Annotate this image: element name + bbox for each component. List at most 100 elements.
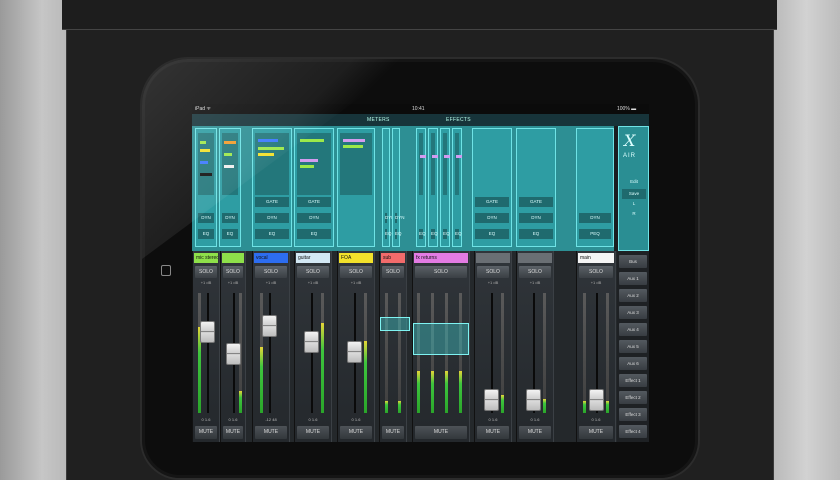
channel-fader[interactable] — [226, 343, 241, 365]
overview-strip[interactable]: DYN EQ — [392, 128, 405, 247]
overview-dyn-button[interactable]: DYN — [385, 213, 395, 223]
solo-button[interactable]: SOLO — [519, 266, 551, 278]
aux-6-button[interactable]: Aux 6 — [619, 357, 647, 370]
aux-1-button[interactable]: Aux 1 — [619, 272, 647, 285]
meters-tab[interactable]: METERS — [367, 114, 390, 126]
channel-fader[interactable] — [347, 341, 362, 363]
channel-strip[interactable]: main SOLO +1 dB 0 1.6 MUTE — [576, 251, 616, 442]
mute-button[interactable]: MUTE — [340, 426, 372, 439]
channel-strip[interactable]: mic stereo SOLO +1 dB 0 1.6 MUTE — [192, 251, 220, 442]
overview-eq-button[interactable]: EQ — [519, 229, 553, 239]
channel-fader[interactable] — [484, 389, 499, 411]
effect-3-button[interactable]: Effect 3 — [619, 408, 647, 421]
overview-dyn-button[interactable]: DYN — [255, 213, 289, 223]
overview-dyn-button[interactable]: DYN — [198, 213, 214, 223]
aux-3-button[interactable]: Aux 3 — [619, 306, 647, 319]
overview-strip[interactable]: DYN EQ — [382, 128, 395, 247]
solo-button[interactable]: SOLO — [340, 266, 372, 278]
mute-button[interactable]: MUTE — [579, 426, 613, 439]
aux-4-button[interactable]: Aux 4 — [619, 323, 647, 336]
overview-strip[interactable]: DYN EQ — [195, 128, 217, 247]
overview-eq-button[interactable]: EQ — [431, 229, 438, 239]
overview-eq-button[interactable]: EQ — [475, 229, 509, 239]
overview-peq-button[interactable]: PEQ — [579, 229, 611, 239]
solo-button[interactable]: SOLO — [382, 266, 404, 278]
overview-dyn-button[interactable]: DYN — [519, 213, 553, 223]
channel-name[interactable] — [518, 253, 552, 263]
overview-strip[interactable]: EQ — [416, 128, 426, 247]
overview-dyn-button[interactable]: DYN — [579, 213, 611, 223]
bus-button[interactable]: Bus — [619, 255, 647, 268]
channel-fader[interactable] — [304, 331, 319, 353]
aux-2-button[interactable]: Aux 2 — [619, 289, 647, 302]
channel-strip[interactable]: SOLO +1 dB 0 1.6 MUTE — [474, 251, 512, 442]
overview-gate-button[interactable]: GATE — [475, 197, 509, 207]
overview-strip[interactable]: GATE DYN EQ — [294, 128, 334, 247]
solo-button[interactable]: SOLO — [223, 266, 243, 278]
overview-eq-button[interactable]: EQ — [443, 229, 450, 239]
channel-strip[interactable]: sub SOLO MUTE — [379, 251, 407, 442]
channel-strip[interactable]: SOLO +1 dB 0 1.6 MUTE — [220, 251, 246, 442]
overview-gate-button[interactable]: GATE — [297, 197, 331, 207]
overview-eq-button[interactable]: EQ — [297, 229, 331, 239]
channel-strip[interactable]: guitar SOLO +1 dB 0 1.6 MUTE — [294, 251, 332, 442]
overview-dyn-button[interactable]: DYN — [222, 213, 238, 223]
channel-name[interactable] — [222, 253, 244, 263]
overview-strip[interactable]: GATE DYN EQ — [252, 128, 292, 247]
channel-fader[interactable] — [526, 389, 541, 411]
overview-dyn-button[interactable]: DYN — [395, 213, 405, 223]
channel-strip[interactable]: vocal SOLO +1 dB -12 48 MUTE — [252, 251, 290, 442]
overview-gate-button[interactable]: GATE — [519, 197, 553, 207]
channel-overview[interactable]: DYN EQ DYN EQ GATE DYN EQ GATE DYN EQ DY… — [192, 126, 614, 251]
mute-button[interactable]: MUTE — [297, 426, 329, 439]
solo-button[interactable]: SOLO — [297, 266, 329, 278]
overview-eq-button[interactable]: EQ — [455, 229, 462, 239]
channel-fader[interactable] — [200, 321, 215, 343]
effect-2-button[interactable]: Effect 2 — [619, 391, 647, 404]
overview-eq-button[interactable]: EQ — [419, 229, 426, 239]
overview-strip[interactable]: DYN PEQ — [576, 128, 614, 247]
aux-5-button[interactable]: Aux 5 — [619, 340, 647, 353]
overview-eq-button[interactable]: EQ — [255, 229, 289, 239]
channel-name[interactable]: vocal — [254, 253, 288, 263]
overview-dyn-button[interactable]: DYN — [297, 213, 331, 223]
save-button[interactable]: Save — [622, 189, 646, 199]
channel-strip[interactable]: SOLO +1 dB 0 1.6 MUTE — [516, 251, 554, 442]
mute-button[interactable]: MUTE — [382, 426, 404, 439]
fx-fader-selection[interactable] — [413, 323, 469, 355]
overview-strip[interactable]: GATE DYN EQ — [472, 128, 512, 247]
mute-button[interactable]: MUTE — [195, 426, 217, 439]
mute-button[interactable]: MUTE — [255, 426, 287, 439]
overview-strip[interactable]: EQ — [452, 128, 462, 247]
overview-strip[interactable]: GATE DYN EQ — [516, 128, 556, 247]
solo-button[interactable]: SOLO — [195, 266, 217, 278]
channel-name[interactable] — [476, 253, 510, 263]
solo-button[interactable]: SOLO — [477, 266, 509, 278]
overview-strip[interactable]: DYN EQ — [219, 128, 241, 247]
overview-eq-button[interactable]: EQ — [385, 229, 392, 239]
overview-strip[interactable]: EQ — [428, 128, 438, 247]
channel-name[interactable]: sub — [381, 253, 405, 263]
channel-name[interactable]: guitar — [296, 253, 330, 263]
overview-strip[interactable] — [337, 128, 375, 247]
edit-button[interactable]: Edit — [622, 177, 646, 187]
mute-button[interactable]: MUTE — [223, 426, 243, 439]
channel-name[interactable]: fx returns — [414, 253, 468, 263]
mute-button[interactable]: MUTE — [415, 426, 467, 439]
solo-button[interactable]: SOLO — [415, 266, 467, 278]
effect-1-button[interactable]: Effect 1 — [619, 374, 647, 387]
solo-button[interactable]: SOLO — [579, 266, 613, 278]
overview-dyn-button[interactable]: DYN — [475, 213, 509, 223]
channel-name[interactable]: mic stereo — [194, 253, 218, 263]
channel-name[interactable]: main — [578, 253, 614, 263]
home-button[interactable] — [161, 265, 171, 276]
sub-fader-selection[interactable] — [380, 317, 410, 331]
overview-eq-button[interactable]: EQ — [222, 229, 238, 239]
mute-button[interactable]: MUTE — [477, 426, 509, 439]
solo-button[interactable]: SOLO — [255, 266, 287, 278]
overview-gate-button[interactable]: GATE — [255, 197, 289, 207]
mute-button[interactable]: MUTE — [519, 426, 551, 439]
channel-strip[interactable]: FOA SOLO +1 dB 0 1.6 MUTE — [337, 251, 375, 442]
effects-tab[interactable]: EFFECTS — [446, 114, 471, 126]
channel-fader[interactable] — [262, 315, 277, 337]
